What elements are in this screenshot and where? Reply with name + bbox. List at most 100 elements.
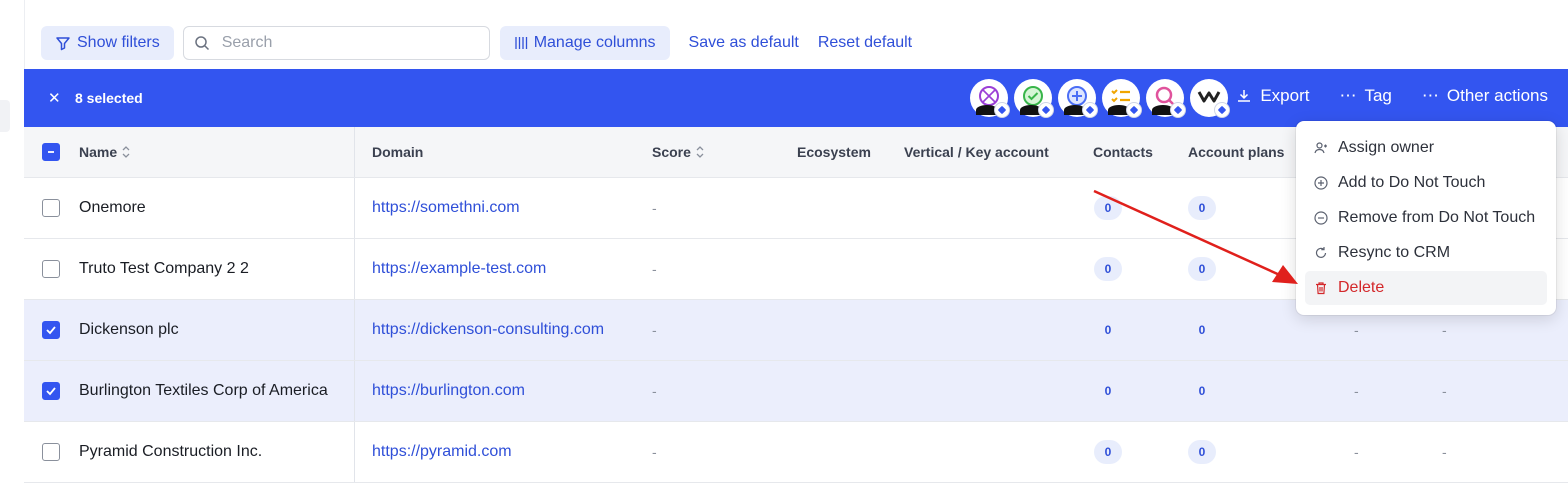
show-filters-label: Show filters xyxy=(77,34,160,51)
domain-link[interactable]: https://pyramid.com xyxy=(372,443,512,461)
contacts-count[interactable]: 0 xyxy=(1094,379,1122,403)
other-actions-button[interactable]: ⋯ Other actions xyxy=(1422,86,1548,106)
search-box[interactable] xyxy=(182,26,490,60)
domain-link[interactable]: https://burlington.com xyxy=(372,382,525,400)
menu-item-add-dnt[interactable]: Add to Do Not Touch xyxy=(1305,166,1547,200)
header-contacts: Contacts xyxy=(1093,144,1153,160)
row-checkbox[interactable] xyxy=(42,382,60,400)
select-all-checkbox[interactable] xyxy=(42,143,60,161)
selection-bar: ✕ 8 selected Export ⋯ Tag ⋯ Other action… xyxy=(24,69,1568,127)
ellipsis-icon: ⋯ xyxy=(1421,86,1439,105)
domain-link[interactable]: https://somethni.com xyxy=(372,199,520,217)
account-plans-count[interactable]: 0 xyxy=(1188,440,1216,464)
no-entry-icon[interactable] xyxy=(970,79,1010,118)
ellipsis-icon: ⋯ xyxy=(1339,86,1357,105)
account-plans-count[interactable]: 0 xyxy=(1188,318,1216,342)
row-checkbox[interactable] xyxy=(42,199,60,217)
menu-label: Add to Do Not Touch xyxy=(1338,174,1486,191)
export-button[interactable]: Export xyxy=(1236,86,1309,106)
account-name: Pyramid Construction Inc. xyxy=(79,443,263,460)
menu-item-delete[interactable]: Delete xyxy=(1305,271,1547,305)
score-value: - xyxy=(652,200,657,216)
header-account-plans: Account plans xyxy=(1188,144,1285,160)
tag-button[interactable]: ⋯ Tag xyxy=(1339,86,1391,106)
extra-value: - xyxy=(1442,444,1447,460)
header-domain: Domain xyxy=(372,144,424,160)
row-checkbox[interactable] xyxy=(42,321,60,339)
account-plans-count[interactable]: 0 xyxy=(1188,196,1216,220)
trash-icon xyxy=(1316,282,1326,295)
extra-value: - xyxy=(1354,383,1359,399)
left-gutter xyxy=(0,0,25,456)
menu-item-remove-dnt[interactable]: Remove from Do Not Touch xyxy=(1305,201,1547,235)
menu-label: Resync to CRM xyxy=(1338,244,1451,261)
header-vertical: Vertical / Key account xyxy=(904,144,1049,160)
plus-circle-icon xyxy=(1314,176,1328,190)
columns-icon xyxy=(515,37,527,49)
search-input[interactable] xyxy=(219,33,474,53)
checklist-icon[interactable] xyxy=(1102,79,1142,118)
account-name: Truto Test Company 2 2 xyxy=(79,260,249,277)
account-name: Dickenson plc xyxy=(79,321,179,338)
contacts-count[interactable]: 0 xyxy=(1094,196,1122,220)
search-icon[interactable] xyxy=(1146,79,1186,118)
score-value: - xyxy=(652,444,657,460)
refresh-icon xyxy=(1315,247,1327,258)
filter-icon xyxy=(56,37,70,51)
tag-label: Tag xyxy=(1364,86,1392,105)
manage-columns-button[interactable]: Manage columns xyxy=(499,26,670,60)
export-label: Export xyxy=(1260,86,1310,105)
save-default-button[interactable]: Save as default xyxy=(689,34,799,52)
header-score: Score xyxy=(652,144,691,160)
table-row[interactable]: Burlington Textiles Corp of America http… xyxy=(24,361,1568,422)
account-plans-count[interactable]: 0 xyxy=(1188,379,1216,403)
menu-label: Assign owner xyxy=(1338,139,1435,156)
row-checkbox[interactable] xyxy=(42,443,60,461)
reset-default-button[interactable]: Reset default xyxy=(818,34,912,52)
sort-icon xyxy=(696,146,704,158)
download-icon xyxy=(1238,90,1251,102)
table-row[interactable]: Pyramid Construction Inc. https://pyrami… xyxy=(24,422,1568,483)
extra-value: - xyxy=(1442,383,1447,399)
contacts-count[interactable]: 0 xyxy=(1094,257,1122,281)
other-actions-label: Other actions xyxy=(1446,86,1548,105)
extra-value: - xyxy=(1354,444,1359,460)
sort-name-header[interactable]: Name xyxy=(79,127,131,177)
check-icon xyxy=(46,387,56,396)
account-plans-count[interactable]: 0 xyxy=(1188,257,1216,281)
menu-label: Delete xyxy=(1338,279,1385,296)
sidebar-toggle[interactable] xyxy=(0,100,10,132)
account-name: Burlington Textiles Corp of America xyxy=(79,382,328,399)
search-icon xyxy=(194,36,209,51)
minus-circle-icon xyxy=(1314,211,1328,225)
user-assign-icon xyxy=(1314,142,1327,154)
check-icon xyxy=(46,326,56,335)
plus-circle-icon[interactable] xyxy=(1058,79,1098,118)
header-name: Name xyxy=(79,144,118,160)
score-value: - xyxy=(652,322,657,338)
selected-count: 8 selected xyxy=(75,90,143,106)
sort-score-header[interactable]: Score xyxy=(652,127,705,177)
extra-value: - xyxy=(1354,322,1359,338)
check-circle-icon[interactable] xyxy=(1014,79,1054,118)
selection-actions: Export ⋯ Tag ⋯ Other actions xyxy=(1236,86,1548,106)
header-ecosystem: Ecosystem xyxy=(797,144,871,160)
menu-item-resync-crm[interactable]: Resync to CRM xyxy=(1305,236,1547,270)
menu-label: Remove from Do Not Touch xyxy=(1338,209,1536,226)
toolbar: Show filters Manage columns Save as defa… xyxy=(41,25,912,61)
row-checkbox[interactable] xyxy=(42,260,60,278)
other-actions-menu: Assign owner Add to Do Not Touch Remove … xyxy=(1296,121,1556,315)
contacts-count[interactable]: 0 xyxy=(1094,440,1122,464)
contacts-count[interactable]: 0 xyxy=(1094,318,1122,342)
score-value: - xyxy=(652,383,657,399)
wave-logo-icon[interactable] xyxy=(1190,79,1230,118)
show-filters-button[interactable]: Show filters xyxy=(41,26,174,60)
manage-columns-label: Manage columns xyxy=(533,34,656,51)
domain-link[interactable]: https://example-test.com xyxy=(372,260,546,278)
menu-item-assign-owner[interactable]: Assign owner xyxy=(1305,131,1547,165)
sort-icon xyxy=(122,146,130,158)
integration-avatars xyxy=(970,79,1230,118)
clear-selection-icon[interactable]: ✕ xyxy=(48,89,61,107)
domain-link[interactable]: https://dickenson-consulting.com xyxy=(372,321,604,339)
score-value: - xyxy=(652,261,657,277)
